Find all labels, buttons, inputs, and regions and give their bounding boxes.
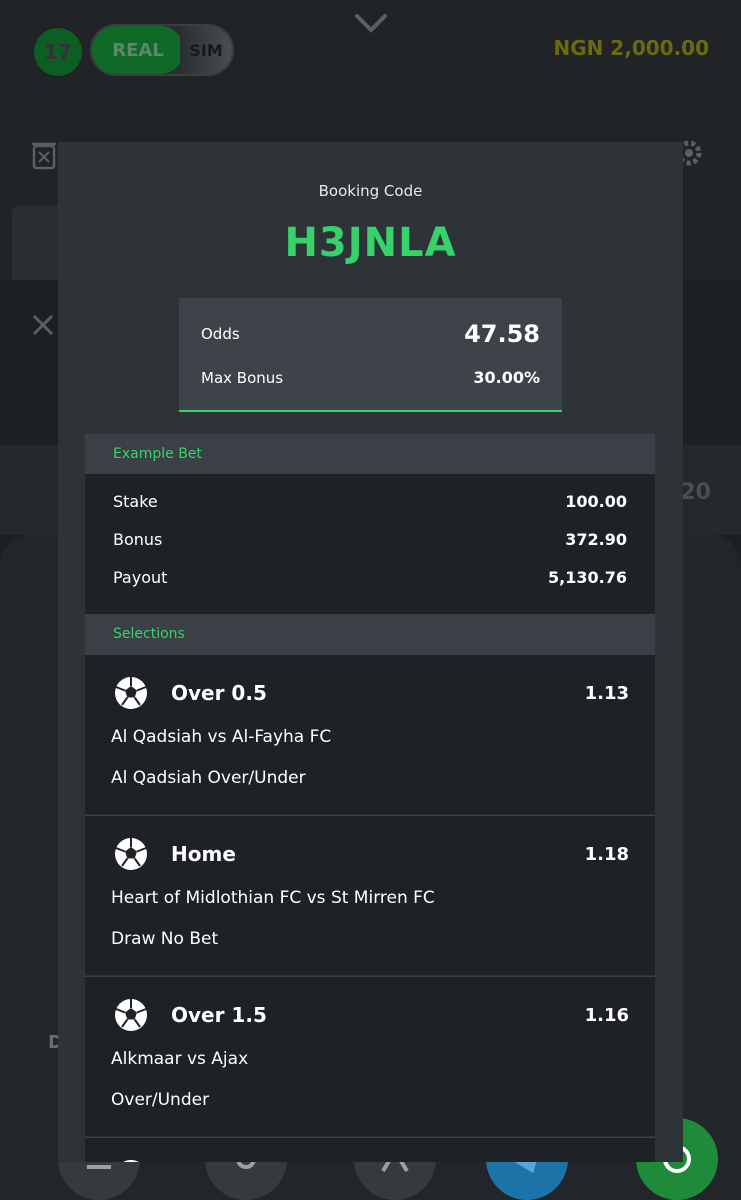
selection-item (85, 1137, 655, 1162)
level-badge: 17 (34, 28, 82, 76)
selection-item: Home 1.18 Heart of Midlothian FC vs St M… (85, 815, 655, 975)
example-bet-body: Stake 100.00 Bonus 372.90 Payout 5,130.7… (85, 474, 655, 614)
selection-bet-type: Draw No Bet (111, 929, 219, 949)
close-icon[interactable] (32, 314, 54, 336)
selection-odds: 1.18 (584, 844, 629, 865)
booking-code-label: Booking Code (318, 182, 423, 200)
bonus-row: Bonus 372.90 (113, 530, 627, 549)
selection-match: Alkmaar vs Ajax (111, 1049, 249, 1069)
soccer-ball-icon (123, 1160, 139, 1162)
selection-match: Al Qadsiah vs Al-Fayha FC (111, 727, 332, 747)
stake-value: 100.00 (565, 492, 627, 511)
soccer-ball-icon (115, 838, 147, 870)
example-bet-header: Example Bet (85, 434, 655, 474)
mode-toggle[interactable]: REAL SIM (90, 24, 234, 76)
soccer-ball-icon (115, 677, 147, 709)
booking-code-value[interactable]: H3JNLA (58, 220, 683, 266)
selection-market: Over 1.5 (171, 1003, 267, 1027)
selection-bet-type: Over/Under (111, 1090, 210, 1110)
selection-market: Over 0.5 (171, 681, 267, 705)
selection-odds: 1.16 (584, 1005, 629, 1026)
selection-match: Heart of Midlothian FC vs St Mirren FC (111, 888, 435, 908)
selection-bet-type: Al Qadsiah Over/Under (111, 768, 306, 788)
mode-sim-option[interactable]: SIM (180, 26, 232, 74)
bonus-value: 372.90 (565, 530, 627, 549)
payout-value: 5,130.76 (548, 568, 627, 587)
selections-header: Selections (85, 614, 655, 654)
chevron-down-icon[interactable] (353, 8, 389, 38)
odds-value: 47.58 (464, 320, 540, 348)
background-value: 20 (680, 480, 711, 505)
mode-real-option[interactable]: REAL (92, 26, 184, 74)
payout-row: Payout 5,130.76 (113, 568, 627, 587)
bonus-label: Bonus (113, 530, 163, 549)
selection-odds: 1.13 (584, 683, 629, 704)
max-bonus-label: Max Bonus (201, 368, 284, 387)
soccer-ball-icon (115, 999, 147, 1031)
selection-item: Over 1.5 1.16 Alkmaar vs Ajax Over/Under (85, 976, 655, 1136)
stake-label: Stake (113, 492, 158, 511)
trash-icon[interactable] (30, 140, 58, 170)
payout-label: Payout (113, 568, 168, 587)
stake-row: Stake 100.00 (113, 492, 627, 511)
selection-market: Home (171, 842, 236, 866)
odds-summary: Odds 47.58 Max Bonus 30.00% (179, 298, 562, 412)
selection-item: Over 0.5 1.13 Al Qadsiah vs Al-Fayha FC … (85, 654, 655, 814)
booking-code-modal: Booking Code H3JNLA Odds 47.58 Max Bonus… (58, 142, 683, 1162)
odds-label: Odds (201, 325, 240, 343)
balance-display: NGN 2,000.00 (553, 36, 709, 60)
max-bonus-value: 30.00% (473, 368, 540, 387)
